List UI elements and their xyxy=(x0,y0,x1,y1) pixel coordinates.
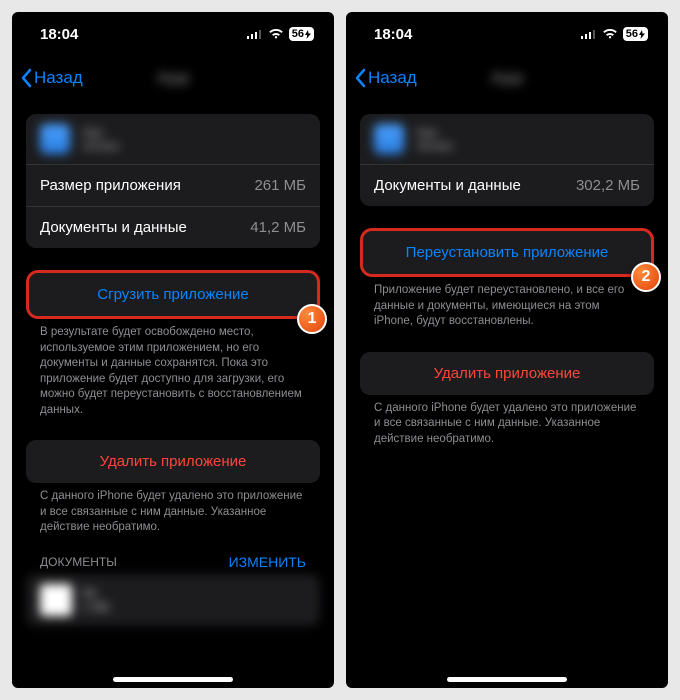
status-indicators: 56 xyxy=(247,27,314,41)
delete-description: С данного iPhone будет удалено это прило… xyxy=(360,395,654,448)
delete-label: Удалить приложение xyxy=(434,365,581,382)
document-meta: file1 МБ xyxy=(82,586,110,614)
edit-button[interactable]: ИЗМЕНИТЬ xyxy=(229,554,306,570)
app-info-card: AppVendor Размер приложения 261 МБ Докум… xyxy=(26,114,320,248)
docs-data-row: Документы и данные 41,2 МБ xyxy=(26,206,320,248)
wifi-icon xyxy=(602,28,618,40)
step-badge-1: 1 xyxy=(297,304,327,334)
docs-data-value: 41,2 МБ xyxy=(250,219,306,236)
back-label: Назад xyxy=(34,68,83,88)
app-icon xyxy=(374,124,404,154)
app-size-value: 261 МБ xyxy=(254,177,306,194)
delete-description: С данного iPhone будет удалено это прило… xyxy=(26,483,320,536)
reinstall-button[interactable]: Переустановить приложение 2 xyxy=(360,228,654,277)
content: AppVendor Размер приложения 261 МБ Докум… xyxy=(12,100,334,688)
app-meta: AppVendor xyxy=(82,125,120,153)
app-size-label: Размер приложения xyxy=(40,177,181,194)
documents-header: ДОКУМЕНТЫ ИЗМЕНИТЬ xyxy=(26,536,320,574)
offload-button[interactable]: Сгрузить приложение 1 xyxy=(26,270,320,319)
document-thumb xyxy=(40,584,72,616)
status-indicators: 56 xyxy=(581,27,648,41)
docs-data-label: Документы и данные xyxy=(374,177,521,194)
app-icon xyxy=(40,124,70,154)
back-button[interactable]: Назад xyxy=(20,68,83,88)
app-header-row: AppVendor xyxy=(360,114,654,164)
nav-title: App xyxy=(490,68,523,88)
docs-data-value: 302,2 МБ xyxy=(576,177,640,194)
nav-bar: Назад App xyxy=(12,56,334,100)
app-info-card: AppVendor Документы и данные 302,2 МБ xyxy=(360,114,654,206)
battery-percent: 56 xyxy=(292,28,304,40)
reinstall-label: Переустановить приложение xyxy=(406,244,609,261)
status-bar: 18:04 56 xyxy=(12,12,334,56)
delete-label: Удалить приложение xyxy=(100,453,247,470)
offload-label: Сгрузить приложение xyxy=(97,286,248,303)
delete-button[interactable]: Удалить приложение xyxy=(26,440,320,483)
chevron-left-icon xyxy=(354,68,366,88)
home-indicator[interactable] xyxy=(113,677,233,682)
app-size-row: Размер приложения 261 МБ xyxy=(26,164,320,206)
docs-data-row: Документы и данные 302,2 МБ xyxy=(360,164,654,206)
home-indicator[interactable] xyxy=(447,677,567,682)
chevron-left-icon xyxy=(20,68,32,88)
status-time: 18:04 xyxy=(40,26,78,43)
phone-right: 18:04 56 Назад App AppVendor Документы и… xyxy=(346,12,668,688)
step-badge-2: 2 xyxy=(631,262,661,292)
phone-left: 18:04 56 Назад App AppVendor Размер прил… xyxy=(12,12,334,688)
content: AppVendor Документы и данные 302,2 МБ Пе… xyxy=(346,100,668,688)
cellular-icon xyxy=(581,29,597,39)
battery-indicator: 56 xyxy=(623,27,648,41)
back-label: Назад xyxy=(368,68,417,88)
nav-bar: Назад App xyxy=(346,56,668,100)
nav-title: App xyxy=(156,68,189,88)
app-header-row: AppVendor xyxy=(26,114,320,164)
reinstall-description: Приложение будет переустановлено, и все … xyxy=(360,277,654,330)
document-row[interactable]: file1 МБ xyxy=(26,574,320,626)
app-meta: AppVendor xyxy=(416,125,454,153)
delete-button[interactable]: Удалить приложение xyxy=(360,352,654,395)
charging-icon xyxy=(305,30,311,39)
documents-header-label: ДОКУМЕНТЫ xyxy=(40,555,117,569)
status-bar: 18:04 56 xyxy=(346,12,668,56)
battery-percent: 56 xyxy=(626,28,638,40)
offload-description: В результате будет освобождено место, ис… xyxy=(26,319,320,418)
docs-data-label: Документы и данные xyxy=(40,219,187,236)
charging-icon xyxy=(639,30,645,39)
back-button[interactable]: Назад xyxy=(354,68,417,88)
wifi-icon xyxy=(268,28,284,40)
status-time: 18:04 xyxy=(374,26,412,43)
battery-indicator: 56 xyxy=(289,27,314,41)
cellular-icon xyxy=(247,29,263,39)
